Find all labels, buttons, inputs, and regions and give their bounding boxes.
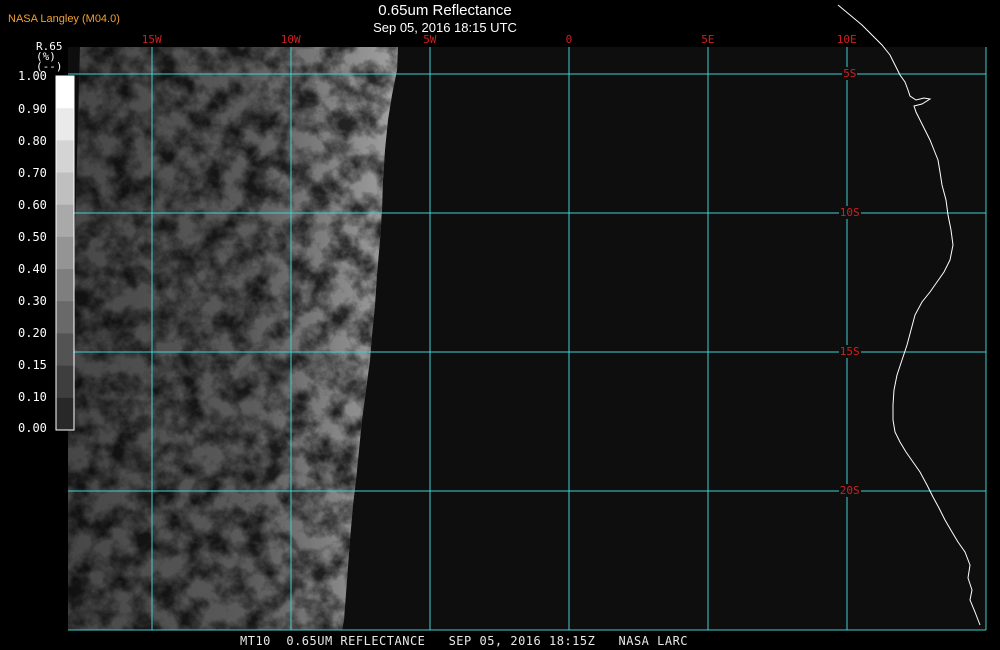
colorbar-tick-label: 0.40 (18, 262, 47, 276)
colorbar-tick-label: 0.70 (18, 166, 47, 180)
colorbar-segment (56, 76, 74, 109)
colorbar-tick-label: 0.30 (18, 294, 47, 308)
colorbar-segment (56, 140, 74, 174)
longitude-label: 10E (836, 33, 857, 46)
page-subtitle: Sep 05, 2016 18:15 UTC (373, 20, 517, 35)
longitude-label: 0 (565, 33, 573, 46)
colorbar (55, 75, 75, 431)
colorbar-segment (56, 365, 74, 399)
colorbar-tick-label: 0.80 (18, 134, 47, 148)
colorbar-segment (56, 397, 74, 431)
colorbar-segment (56, 172, 74, 206)
colorbar-title: R.65 (%) (--) (36, 41, 63, 72)
colorbar-segment (56, 108, 74, 141)
colorbar-tick-label: 0.20 (18, 326, 47, 340)
colorbar-tick-label: 1.00 (18, 69, 47, 83)
colorbar-tick-label: 0.00 (18, 421, 47, 435)
colorbar-segment (56, 269, 74, 302)
longitude-label: 5E (701, 33, 715, 46)
colorbar-segment (56, 333, 74, 367)
latitude-label: 5S (842, 67, 858, 80)
page-title: 0.65um Reflectance (378, 2, 512, 19)
latitude-label: 10S (838, 206, 861, 219)
footer-caption: MT10 0.65UM REFLECTANCE SEP 05, 2016 18:… (240, 634, 689, 648)
colorbar-segment (56, 204, 74, 238)
longitude-label: 5W (423, 33, 437, 46)
colorbar-tick-label: 0.50 (18, 230, 47, 244)
longitude-label: 15W (141, 33, 162, 46)
colorbar-segment (56, 301, 74, 334)
satellite-map (0, 0, 1000, 650)
latitude-label: 15S (838, 345, 861, 358)
colorbar-tick-label: 0.10 (18, 390, 47, 404)
colorbar-tick-label: 0.90 (18, 102, 47, 116)
longitude-label: 10W (280, 33, 301, 46)
colorbar-tick-label: 0.15 (18, 358, 47, 372)
colorbar-tick-label: 0.60 (18, 198, 47, 212)
colorbar-segment (56, 236, 74, 270)
latitude-label: 20S (838, 484, 861, 497)
